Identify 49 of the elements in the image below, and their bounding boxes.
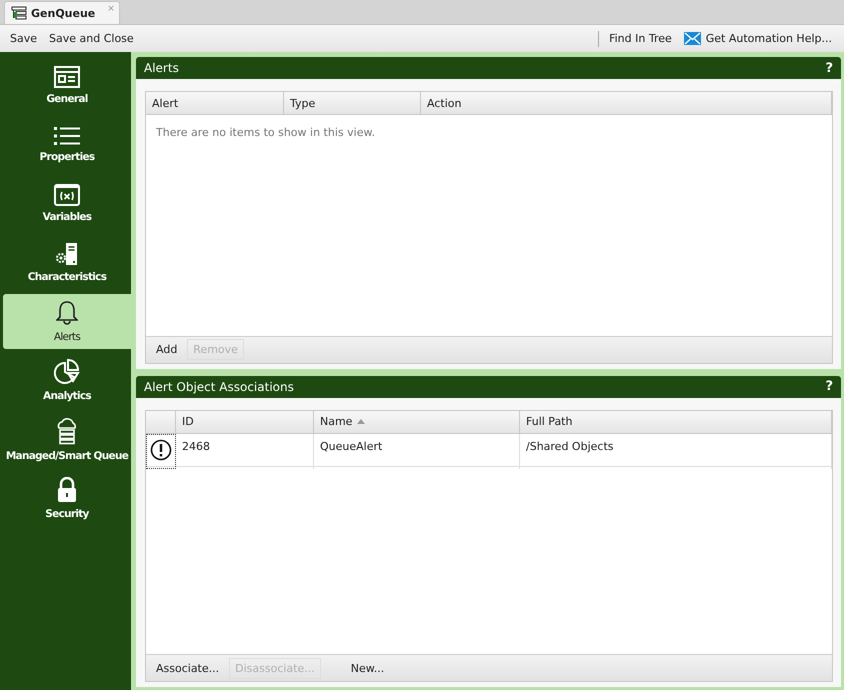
gear-server-icon — [55, 242, 79, 266]
table-cell: /Shared Objects — [520, 434, 832, 468]
sidebar-item[interactable]: Alerts — [3, 294, 131, 349]
panel-title: Alert Object Associations — [144, 380, 294, 394]
variable-icon — [54, 184, 80, 206]
toolbar-button[interactable]: Get Automation Help... — [678, 32, 838, 45]
panel-title: Alerts — [144, 61, 179, 75]
sidebar-item[interactable]: Managed/Smart Queue — [3, 412, 131, 467]
column-header[interactable]: Alert — [146, 92, 284, 114]
help-button[interactable]: ? — [825, 379, 833, 394]
toolbar-button[interactable]: Find In Tree — [603, 32, 678, 45]
column-header[interactable]: Type — [284, 92, 421, 114]
sidebar-item[interactable]: Security — [3, 471, 131, 526]
pie-chart-icon — [54, 359, 80, 385]
grid-button[interactable]: Associate... — [150, 658, 226, 678]
bell-icon — [56, 300, 78, 326]
column-header[interactable]: Name — [314, 410, 520, 432]
sidebar-item[interactable]: Variables — [3, 176, 131, 231]
lock-icon — [57, 477, 77, 503]
form-icon — [54, 66, 80, 88]
help-button[interactable]: ? — [825, 60, 833, 76]
toolbar-button[interactable]: Save and Close — [43, 32, 140, 45]
column-header[interactable]: ID — [176, 410, 314, 432]
sidebar-item[interactable]: Characteristics — [3, 235, 131, 290]
sidebar-item[interactable]: Analytics — [3, 353, 131, 408]
sidebar-label: Analytics — [43, 390, 91, 402]
list-icon — [54, 126, 80, 146]
column-header[interactable]: Action — [421, 92, 832, 114]
sidebar-label: Security — [45, 508, 89, 520]
table-cell: QueueAlert — [314, 434, 520, 468]
sidebar-label: Managed/Smart Queue — [6, 450, 128, 462]
tree-icon — [11, 6, 27, 20]
column-header[interactable]: Full Path — [520, 410, 832, 432]
sidebar-label: General — [46, 93, 88, 105]
toolbar-button[interactable]: Save — [4, 32, 44, 45]
grid-button[interactable]: Add — [150, 339, 184, 360]
envelope-icon — [684, 32, 701, 45]
sidebar-label: Properties — [40, 151, 94, 163]
table-cell: 2468 — [176, 434, 314, 468]
exclamation-icon — [150, 438, 172, 460]
sidebar-item[interactable]: Properties — [3, 117, 131, 172]
sidebar-item[interactable]: General — [3, 58, 131, 113]
tab-title: GenQueue — [31, 6, 96, 20]
sidebar-label: Characteristics — [28, 271, 106, 283]
sidebar-label: Variables — [42, 211, 92, 223]
grid-button[interactable]: New... — [344, 658, 390, 678]
document-tab[interactable]: GenQueue × — [4, 1, 120, 24]
empty-message: There are no items to show in this view. — [155, 125, 376, 141]
sidebar-label: Alerts — [54, 331, 80, 343]
